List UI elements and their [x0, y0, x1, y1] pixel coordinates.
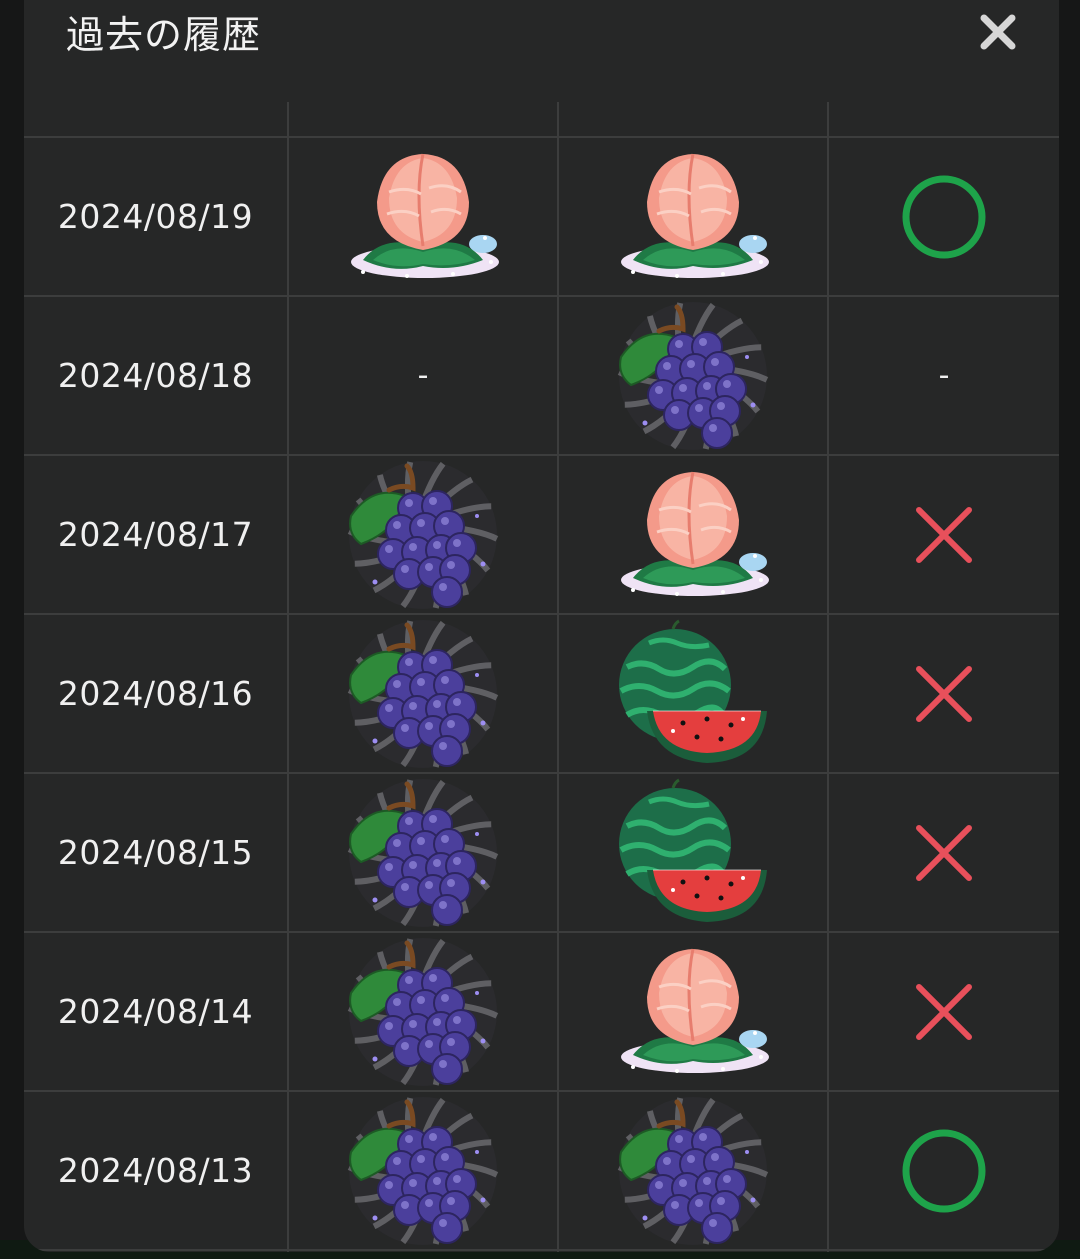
prediction-cell — [289, 456, 557, 613]
prediction-cell — [289, 138, 557, 295]
result-cell — [829, 456, 1059, 613]
date-text: 2024/08/16 — [57, 674, 254, 713]
history-table: 2024/08/19 2024/08/18 - - 2024/08/17 2024… — [24, 102, 1059, 1251]
peach-icon — [621, 153, 769, 278]
actual-cell — [559, 456, 827, 613]
prediction-cell — [289, 774, 557, 931]
table-row: 2024/08/15 — [24, 774, 1059, 933]
result-cell — [829, 933, 1059, 1090]
date-text: 2024/08/17 — [57, 515, 254, 554]
table-row: 2024/08/17 — [24, 456, 1059, 615]
date-cell: 2024/08/19 — [24, 138, 287, 295]
wrong-cross-icon — [916, 665, 972, 722]
correct-circle-icon — [902, 1129, 986, 1212]
date-text: 2024/08/14 — [57, 992, 254, 1031]
prediction-cell — [289, 933, 557, 1090]
prediction-cell — [289, 615, 557, 772]
prediction-cell — [289, 1092, 557, 1249]
history-modal: 過去の履歴 2024/08/19 2024/08/18 - - 2024/08/… — [24, 0, 1059, 1252]
grape-icon — [617, 301, 769, 450]
peach-icon — [621, 948, 769, 1073]
wrong-cross-icon — [916, 506, 972, 563]
date-text: 2024/08/18 — [57, 356, 254, 395]
modal-header: 過去の履歴 — [24, 0, 1059, 102]
result-cell — [829, 1092, 1059, 1249]
correct-circle-icon — [902, 175, 986, 258]
grape-icon — [347, 778, 499, 927]
grape-icon — [347, 1096, 499, 1245]
date-text: 2024/08/19 — [57, 197, 254, 236]
peach-icon — [621, 471, 769, 596]
table-row: 2024/08/19 — [24, 138, 1059, 297]
date-cell: 2024/08/16 — [24, 615, 287, 772]
result-cell — [829, 138, 1059, 295]
actual-cell — [559, 1092, 827, 1249]
date-text: 2024/08/15 — [57, 833, 254, 872]
date-cell: 2024/08/14 — [24, 933, 287, 1090]
grape-icon — [347, 460, 499, 609]
modal-title: 過去の履歴 — [66, 13, 262, 57]
table-row: 2024/08/13 — [24, 1092, 1059, 1251]
date-cell: 2024/08/15 — [24, 774, 287, 931]
table-row: 2024/08/18 - - — [24, 297, 1059, 456]
result-cell — [829, 774, 1059, 931]
empty-value: - — [938, 358, 950, 393]
grape-icon — [347, 619, 499, 768]
close-icon — [980, 14, 1016, 50]
watermelon-icon — [619, 778, 767, 922]
actual-cell — [559, 933, 827, 1090]
table-row: 2024/08/16 — [24, 615, 1059, 774]
grape-icon — [617, 1096, 769, 1245]
wrong-cross-icon — [916, 983, 972, 1040]
date-cell: 2024/08/17 — [24, 456, 287, 613]
prediction-cell: - — [289, 297, 557, 454]
peach-icon — [351, 153, 499, 278]
actual-cell — [559, 615, 827, 772]
empty-value: - — [417, 358, 429, 393]
date-text: 2024/08/13 — [57, 1151, 254, 1190]
date-cell: 2024/08/13 — [24, 1092, 287, 1249]
close-button[interactable] — [976, 10, 1020, 54]
actual-cell — [559, 774, 827, 931]
actual-cell — [559, 297, 827, 454]
result-cell: - — [829, 297, 1059, 454]
wrong-cross-icon — [916, 824, 972, 881]
table-header-row — [24, 102, 1059, 138]
watermelon-icon — [619, 619, 767, 763]
actual-cell — [559, 138, 827, 295]
grape-icon — [347, 937, 499, 1086]
result-cell — [829, 615, 1059, 772]
date-cell: 2024/08/18 — [24, 297, 287, 454]
table-row: 2024/08/14 — [24, 933, 1059, 1092]
